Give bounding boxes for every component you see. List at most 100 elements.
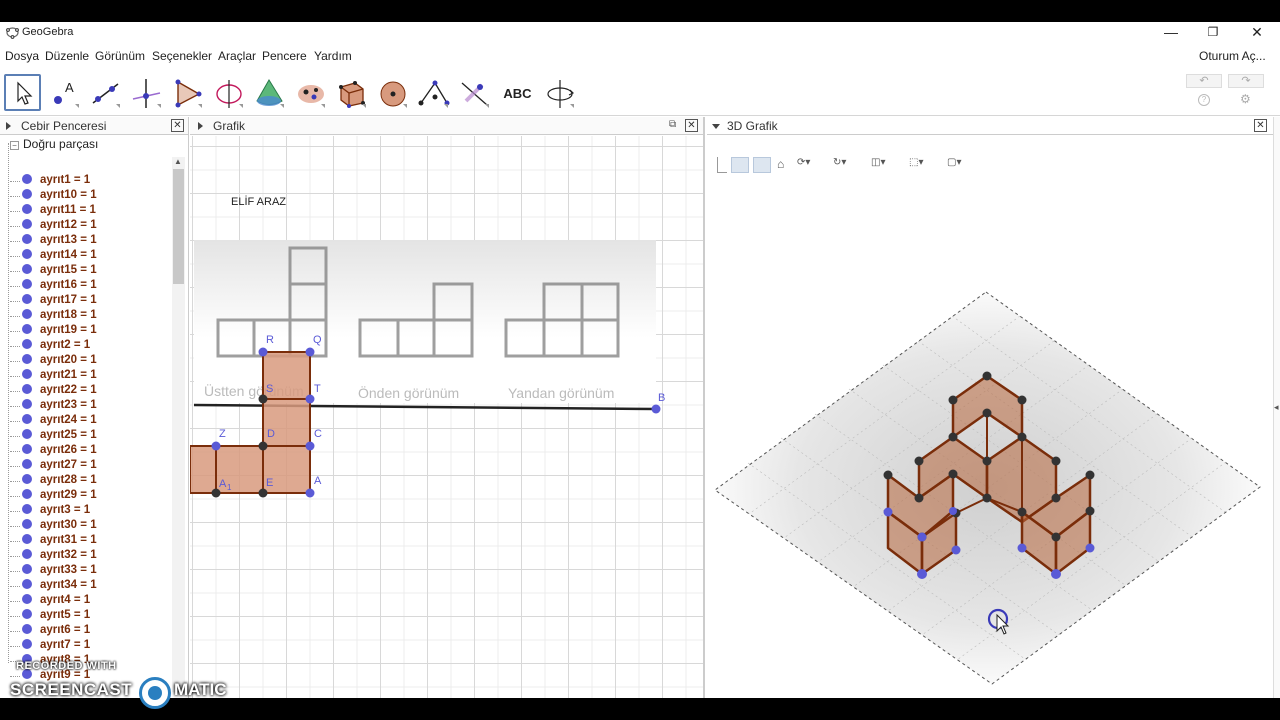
circle-tool-button[interactable] — [209, 74, 246, 111]
scroll-up-icon[interactable]: ▲ — [174, 157, 182, 166]
point-B[interactable] — [651, 404, 661, 414]
panel-expand-icon[interactable] — [6, 122, 11, 130]
algebra-item[interactable]: ayrıt21 = 1 — [10, 369, 97, 384]
point-R[interactable] — [258, 347, 268, 357]
point-S[interactable] — [258, 394, 268, 404]
algebra-item[interactable]: ayrıt25 = 1 — [10, 429, 97, 444]
algebra-item[interactable]: ayrıt28 = 1 — [10, 474, 97, 489]
visibility-toggle-icon[interactable] — [22, 474, 32, 484]
algebra-item[interactable]: ayrıt23 = 1 — [10, 399, 97, 414]
menu-yardim[interactable]: Yardım — [314, 49, 352, 63]
visibility-toggle-icon[interactable] — [22, 369, 32, 379]
sphere-point-tool-button[interactable] — [373, 74, 410, 111]
algebra-close-button[interactable]: ✕ — [171, 119, 184, 132]
algebra-item[interactable]: ayrıt24 = 1 — [10, 414, 97, 429]
visibility-toggle-icon[interactable] — [22, 189, 32, 199]
visibility-toggle-icon[interactable] — [22, 459, 32, 469]
graphics-3d-view[interactable]: 3D Grafik ✕ ⌂ ⟳▾ ↻▾ ◫▾ ⬚▾ ▢▾ — [707, 117, 1273, 700]
visibility-toggle-icon[interactable] — [22, 384, 32, 394]
visibility-toggle-icon[interactable] — [22, 534, 32, 544]
pyramid-tool-button[interactable] — [250, 74, 287, 111]
visibility-toggle-icon[interactable] — [22, 594, 32, 604]
login-link[interactable]: Oturum Aç... — [1199, 49, 1266, 63]
visibility-toggle-icon[interactable] — [22, 264, 32, 274]
algebra-item[interactable]: ayrıt4 = 1 — [10, 594, 90, 609]
visibility-toggle-icon[interactable] — [22, 519, 32, 529]
algebra-item[interactable]: ayrıt10 = 1 — [10, 189, 97, 204]
point-A[interactable] — [305, 488, 315, 498]
chevron-left-icon[interactable]: ◂ — [1274, 402, 1279, 413]
redo-button[interactable]: ↷ — [1228, 74, 1264, 88]
visibility-toggle-icon[interactable] — [22, 489, 32, 499]
visibility-toggle-icon[interactable] — [22, 609, 32, 619]
algebra-scrollbar[interactable]: ▲ ▼ — [172, 157, 185, 692]
algebra-item[interactable]: ayrıt31 = 1 — [10, 534, 97, 549]
close-button[interactable]: ✕ — [1235, 22, 1279, 44]
net-polygons[interactable] — [190, 351, 311, 494]
algebra-item[interactable]: ayrıt20 = 1 — [10, 354, 97, 369]
algebra-item[interactable]: ayrıt15 = 1 — [10, 264, 97, 279]
algebra-item[interactable]: ayrıt14 = 1 — [10, 249, 97, 264]
line-tool-button[interactable] — [86, 74, 123, 111]
menu-araclar[interactable]: Araçlar — [218, 49, 256, 63]
collapse-icon[interactable]: − — [10, 141, 19, 150]
point-tool-button[interactable]: A — [45, 74, 82, 111]
algebra-item[interactable]: ayrıt26 = 1 — [10, 444, 97, 459]
visibility-toggle-icon[interactable] — [22, 174, 32, 184]
algebra-item[interactable]: ayrıt5 = 1 — [10, 609, 90, 624]
algebra-item[interactable]: ayrıt3 = 1 — [10, 504, 90, 519]
menu-gorunum[interactable]: Görünüm — [95, 49, 145, 63]
algebra-item[interactable]: ayrıt34 = 1 — [10, 579, 97, 594]
algebra-item[interactable]: ayrıt16 = 1 — [10, 279, 97, 294]
algebra-item[interactable]: ayrıt29 = 1 — [10, 489, 97, 504]
visibility-toggle-icon[interactable] — [22, 564, 32, 574]
rotate-view-tool-button[interactable] — [540, 74, 577, 111]
visibility-toggle-icon[interactable] — [22, 204, 32, 214]
algebra-item[interactable]: ayrıt2 = 1 — [10, 339, 90, 354]
move-tool-button[interactable] — [4, 74, 41, 111]
point-D[interactable] — [258, 441, 268, 451]
sphere-tool-button[interactable] — [291, 74, 328, 111]
visibility-toggle-icon[interactable] — [22, 354, 32, 364]
algebra-group-header[interactable]: − Doğru parçası — [10, 137, 98, 151]
visibility-toggle-icon[interactable] — [22, 444, 32, 454]
visibility-toggle-icon[interactable] — [22, 249, 32, 259]
visibility-toggle-icon[interactable] — [22, 219, 32, 229]
algebra-item[interactable]: ayrıt30 = 1 — [10, 519, 97, 534]
menu-duzenle[interactable]: Düzenle — [45, 49, 89, 63]
help-icon[interactable]: ? — [1198, 94, 1210, 106]
visibility-toggle-icon[interactable] — [22, 504, 32, 514]
reflect-tool-button[interactable] — [455, 74, 492, 111]
algebra-item[interactable]: ayrıt19 = 1 — [10, 324, 97, 339]
restore-button[interactable]: ❐ — [1191, 22, 1235, 44]
visibility-toggle-icon[interactable] — [22, 429, 32, 439]
cube-tool-button[interactable] — [332, 74, 369, 111]
angle-tool-button[interactable] — [414, 74, 451, 111]
point-Q[interactable] — [305, 347, 315, 357]
algebra-item[interactable]: ayrıt1 = 1 — [10, 174, 90, 189]
visibility-toggle-icon[interactable] — [22, 549, 32, 559]
visibility-toggle-icon[interactable] — [22, 624, 32, 634]
algebra-item[interactable]: ayrıt11 = 1 — [10, 204, 96, 219]
scroll-thumb[interactable] — [173, 169, 184, 284]
algebra-item[interactable]: ayrıt13 = 1 — [10, 234, 97, 249]
gear-icon[interactable]: ⚙ — [1240, 92, 1251, 106]
visibility-toggle-icon[interactable] — [22, 324, 32, 334]
visibility-toggle-icon[interactable] — [22, 309, 32, 319]
algebra-item[interactable]: ayrıt32 = 1 — [10, 549, 97, 564]
visibility-toggle-icon[interactable] — [22, 414, 32, 424]
point-T[interactable] — [305, 394, 315, 404]
square-partial[interactable] — [190, 445, 217, 494]
point-C[interactable] — [305, 441, 315, 451]
algebra-item[interactable]: ayrıt22 = 1 — [10, 384, 97, 399]
visibility-toggle-icon[interactable] — [22, 234, 32, 244]
point-E[interactable] — [258, 488, 268, 498]
visibility-toggle-icon[interactable] — [22, 279, 32, 289]
point-Z[interactable] — [211, 441, 221, 451]
visibility-toggle-icon[interactable] — [22, 399, 32, 409]
menu-pencere[interactable]: Pencere — [262, 49, 307, 63]
algebra-item[interactable]: ayrıt7 = 1 — [10, 639, 90, 654]
algebra-item[interactable]: ayrıt27 = 1 — [10, 459, 97, 474]
visibility-toggle-icon[interactable] — [22, 639, 32, 649]
algebra-item[interactable]: ayrıt12 = 1 — [10, 219, 97, 234]
